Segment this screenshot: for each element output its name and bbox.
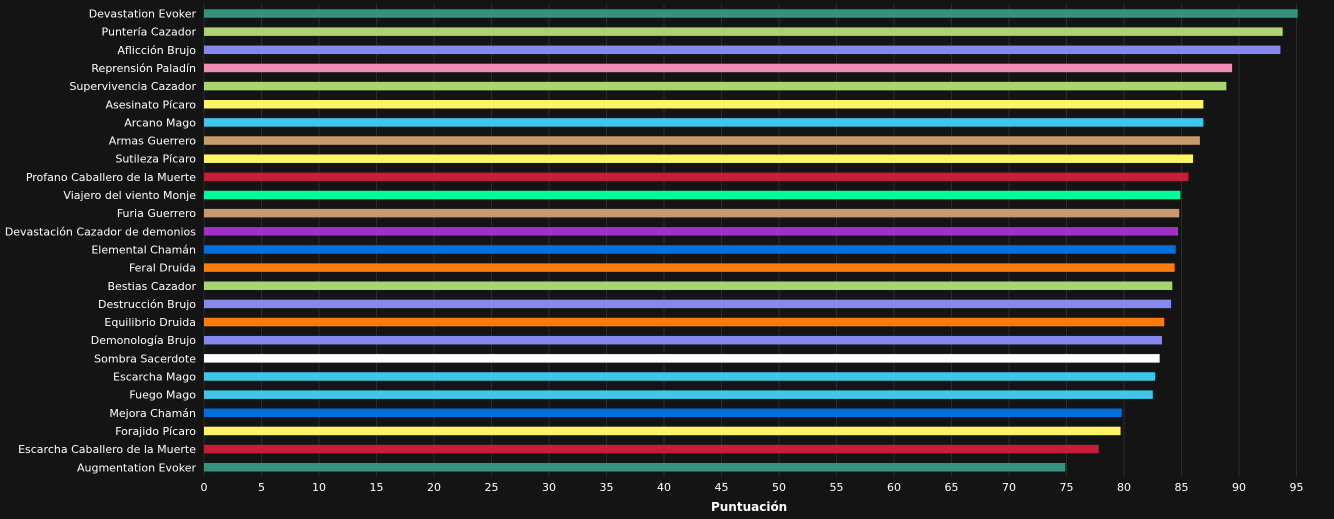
x-tick-label: 35	[600, 481, 614, 494]
x-tick-label: 50	[772, 481, 786, 494]
x-tick-label: 70	[1002, 481, 1016, 494]
bar[interactable]	[204, 426, 1121, 436]
bar[interactable]	[204, 390, 1153, 399]
x-axis-title: Puntuación	[711, 500, 787, 514]
bar[interactable]	[204, 118, 1204, 127]
bar-chart: Devastation Evoker Puntería Cazador Aflicc…	[5, 4, 1304, 514]
bar[interactable]	[204, 245, 1176, 254]
bar[interactable]	[204, 299, 1172, 309]
bar[interactable]	[204, 154, 1193, 163]
bar[interactable]	[204, 190, 1181, 200]
bar[interactable]	[204, 63, 1233, 73]
category-label: Forajido Pícaro	[115, 425, 196, 438]
x-tick-label: 30	[542, 481, 556, 494]
grid-lines	[203, 4, 1297, 477]
category-label: Devastación Cazador de demonios	[5, 225, 196, 238]
category-label: Escarcha Mago	[113, 371, 196, 384]
bar[interactable]	[204, 9, 1298, 18]
x-tick-label: 65	[945, 481, 959, 494]
bar[interactable]	[204, 263, 1175, 272]
category-label: Sutileza Pícaro	[115, 153, 196, 166]
category-label: Equilibrio Druida	[104, 316, 196, 329]
bar[interactable]	[204, 227, 1179, 236]
x-tick-label: 85	[1175, 481, 1189, 494]
category-label: Fuego Mago	[129, 389, 196, 402]
category-label: Devastation Evoker	[89, 8, 197, 21]
bar[interactable]	[204, 408, 1122, 418]
category-label: Escarcha Caballero de la Muerte	[18, 443, 196, 456]
x-tick-label: 10	[312, 481, 326, 494]
x-tick-label: 60	[887, 481, 901, 494]
bar[interactable]	[204, 81, 1227, 91]
category-label: Reprensión Paladín	[91, 62, 196, 75]
category-label: Aflicción Brujo	[117, 44, 196, 57]
category-label: Mejora Chamán	[109, 407, 196, 420]
x-tick-label: 55	[830, 481, 844, 494]
category-label: Augmentation Evoker	[77, 461, 196, 474]
category-label: Sombra Sacerdote	[94, 352, 196, 365]
x-tick-label: 5	[258, 481, 265, 494]
category-label: Profano Caballero de la Muerte	[26, 171, 196, 184]
x-tick-label: 80	[1117, 481, 1131, 494]
category-label: Feral Druida	[129, 262, 196, 275]
category-label: Viajero del viento Monje	[63, 189, 196, 202]
x-tick-label: 40	[657, 481, 671, 494]
category-label: Elemental Chamán	[91, 243, 196, 256]
bar[interactable]	[204, 317, 1165, 327]
x-tick-label: 15	[370, 481, 384, 494]
bar[interactable]	[204, 444, 1099, 454]
category-label: Destrucción Brujo	[98, 298, 196, 311]
x-tick-label: 20	[427, 481, 441, 494]
x-tick-label: 45	[715, 481, 729, 494]
bar[interactable]	[204, 208, 1180, 218]
x-tick-labels: 0 5 10 15 20 25 30 35 40 45 50 55 60 65 70 75 80 85 90 95	[201, 481, 1304, 494]
bar[interactable]	[204, 335, 1162, 345]
bar[interactable]	[204, 100, 1204, 109]
bar[interactable]	[204, 136, 1200, 145]
category-labels: Devastation Evoker Puntería Cazador Aflicc…	[5, 8, 197, 475]
category-label: Supervivencia Cazador	[69, 80, 196, 93]
bar[interactable]	[204, 172, 1189, 182]
category-label: Bestias Cazador	[107, 280, 196, 293]
bar[interactable]	[204, 463, 1066, 472]
x-tick-label: 75	[1060, 481, 1074, 494]
bar[interactable]	[204, 281, 1173, 291]
bar[interactable]	[204, 354, 1160, 363]
category-label: Arcano Mago	[124, 116, 196, 129]
bar[interactable]	[204, 372, 1156, 381]
category-label: Furia Guerrero	[117, 207, 196, 220]
category-label: Demonología Brujo	[91, 334, 197, 347]
bar[interactable]	[204, 27, 1283, 36]
x-tick-label: 95	[1290, 481, 1304, 494]
category-label: Puntería Cazador	[102, 26, 197, 39]
x-tick-label: 0	[201, 481, 208, 494]
x-tick-label: 90	[1232, 481, 1246, 494]
category-label: Asesinato Pícaro	[105, 98, 196, 111]
x-tick-label: 25	[485, 481, 499, 494]
category-label: Armas Guerrero	[109, 135, 196, 148]
bars	[204, 9, 1298, 472]
bar[interactable]	[204, 45, 1281, 55]
